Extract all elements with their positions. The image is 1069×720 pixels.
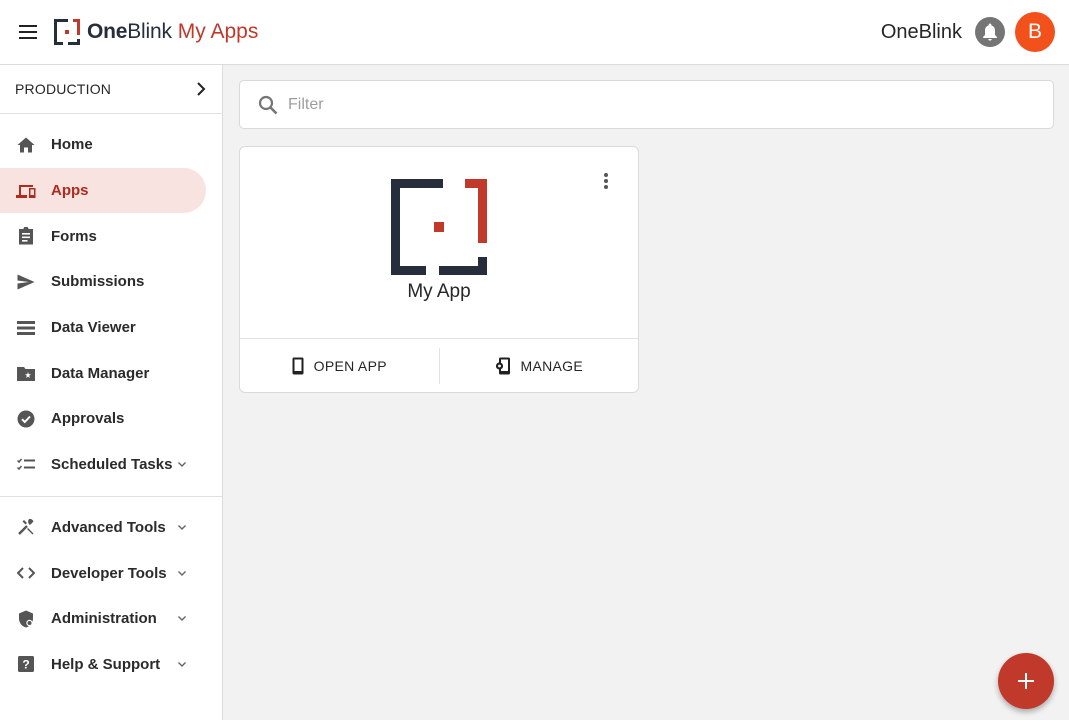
sidebar: PRODUCTION Home Apps Forms Submissions D… <box>0 65 223 720</box>
header-actions: OneBlink B <box>881 0 1055 64</box>
add-app-button[interactable] <box>998 653 1054 709</box>
user-avatar[interactable]: B <box>1015 12 1055 52</box>
clipboard-icon <box>16 226 36 246</box>
oneblink-logo-icon <box>54 19 80 45</box>
chevron-down-icon <box>176 521 188 533</box>
smartphone-icon <box>292 357 304 375</box>
sidebar-item-administration[interactable]: Administration <box>0 596 206 642</box>
notifications-bell-icon[interactable] <box>975 17 1005 47</box>
open-app-button[interactable]: OPEN APP <box>240 339 439 393</box>
app-card: My App OPEN APP MANAGE <box>239 146 639 393</box>
help-icon: ? <box>16 654 36 674</box>
chevron-down-icon <box>176 613 188 625</box>
svg-text:?: ? <box>22 658 29 672</box>
sidebar-item-help-support[interactable]: ? Help & Support <box>0 642 206 688</box>
chevron-right-icon <box>197 82 206 96</box>
filter-input[interactable] <box>288 95 988 114</box>
app-card-body[interactable]: My App <box>240 147 638 339</box>
app-card-actions: OPEN APP MANAGE <box>240 339 638 393</box>
app-name: My App <box>407 281 471 302</box>
sidebar-item-advanced-tools[interactable]: Advanced Tools <box>0 505 206 551</box>
environment-label: PRODUCTION <box>15 81 112 97</box>
sidebar-item-data-viewer[interactable]: Data Viewer <box>0 305 206 351</box>
menu-icon[interactable] <box>14 18 42 46</box>
phone-settings-icon <box>495 357 510 375</box>
organization-name: OneBlink <box>880 20 962 43</box>
chevron-down-icon <box>176 658 188 670</box>
check-circle-icon <box>16 409 36 429</box>
more-vert-icon[interactable] <box>596 169 616 193</box>
sidebar-item-submissions[interactable]: Submissions <box>0 259 206 305</box>
sidebar-item-developer-tools[interactable]: Developer Tools <box>0 550 206 596</box>
sidebar-item-apps[interactable]: Apps <box>0 167 206 214</box>
filter-bar <box>239 80 1054 129</box>
folder-star-icon <box>16 363 36 383</box>
home-icon <box>16 135 36 155</box>
manage-app-button[interactable]: MANAGE <box>440 339 639 393</box>
brand-name: OneBlink <box>87 20 172 43</box>
sidebar-item-forms[interactable]: Forms <box>0 213 206 259</box>
admin-shield-icon <box>16 609 36 629</box>
search-icon <box>258 95 278 114</box>
primary-nav: Home Apps Forms Submissions Data Viewer … <box>0 114 222 687</box>
environment-selector[interactable]: PRODUCTION <box>0 65 222 114</box>
tools-icon <box>16 517 36 537</box>
plus-icon <box>1018 673 1034 689</box>
chevron-down-icon <box>176 567 188 579</box>
sidebar-item-approvals[interactable]: Approvals <box>0 396 206 442</box>
sidebar-item-home[interactable]: Home <box>0 122 206 168</box>
devices-icon <box>16 181 36 201</box>
app-logo-icon <box>391 179 487 275</box>
sidebar-item-scheduled-tasks[interactable]: Scheduled Tasks <box>0 442 206 488</box>
sidebar-divider <box>0 495 222 497</box>
send-icon <box>16 272 36 292</box>
code-icon <box>16 563 36 583</box>
brand-subtitle: My Apps <box>177 20 259 43</box>
sidebar-item-data-manager[interactable]: Data Manager <box>0 350 206 396</box>
list-icon <box>16 318 36 338</box>
chevron-down-icon <box>176 459 188 471</box>
brand[interactable]: OneBlink My Apps <box>54 19 258 45</box>
checklist-icon <box>16 455 36 475</box>
top-app-bar: OneBlink My Apps OneBlink B <box>0 0 1069 65</box>
